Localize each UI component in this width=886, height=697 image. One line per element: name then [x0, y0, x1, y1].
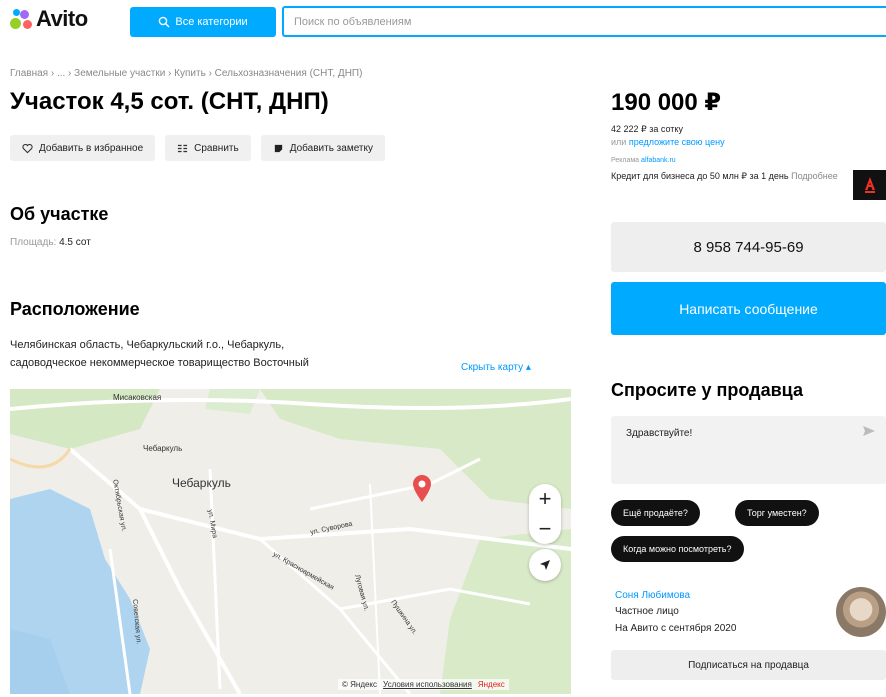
chevron-up-icon: ▴ — [525, 362, 531, 373]
subscribe-label: Подписаться на продавца — [688, 659, 809, 671]
map-copyright: © Яндекс — [342, 680, 378, 689]
ad-label: Реклама — [611, 157, 640, 164]
listing-actions: Добавить в избранное Сравнить Добавить з… — [10, 135, 385, 161]
price: 190 000 ₽ — [611, 89, 722, 116]
breadcrumb[interactable]: Главная › ... › Земельные участки › Купи… — [10, 68, 362, 79]
ad-source-link[interactable]: alfabank.ru — [641, 157, 676, 164]
address-line-1: Челябинская область, Чебаркульский г.о.,… — [10, 339, 285, 351]
compare-icon — [178, 144, 188, 152]
offer-prefix: или — [611, 137, 627, 147]
compare-label: Сравнить — [194, 142, 239, 154]
logo-dots-icon — [10, 8, 34, 30]
page-title: Участок 4,5 сот. (СНТ, ДНП) — [10, 88, 329, 115]
address-line-2: садоводческое некоммерческое товариществ… — [10, 357, 309, 369]
seller-name-link[interactable]: Соня Любимова — [615, 590, 690, 601]
credit-ad[interactable]: Кредит для бизнеса до 50 млн ₽ за 1 день… — [611, 170, 851, 182]
avito-logo[interactable]: Avito — [10, 6, 88, 32]
write-message-label: Написать сообщение — [679, 300, 818, 317]
zoom-in-button[interactable]: + — [529, 484, 561, 514]
search-input[interactable]: Поиск по объявлениям — [282, 6, 886, 37]
heart-icon — [22, 143, 33, 153]
quick-question-chip[interactable]: Ещё продаёте? — [611, 500, 700, 526]
map-label-city: Чебаркуль — [172, 476, 231, 490]
map-pin-icon[interactable] — [412, 475, 432, 503]
search-placeholder: Поиск по объявлениям — [294, 15, 412, 28]
ask-seller-textarea[interactable]: Здравствуйте! — [611, 416, 886, 484]
compare-button[interactable]: Сравнить — [165, 135, 251, 161]
all-categories-label: Все категории — [175, 16, 248, 28]
area-label: Площадь: — [10, 237, 57, 248]
address: Челябинская область, Чебаркульский г.о.,… — [10, 336, 430, 372]
quick-question-chip[interactable]: Торг уместен? — [735, 500, 819, 526]
navigation-arrow-icon — [540, 560, 550, 570]
map-label-street-top: Мисаковская — [113, 393, 162, 402]
locate-button[interactable] — [529, 549, 561, 581]
send-icon[interactable] — [862, 424, 876, 438]
credit-more-link[interactable]: Подробнее — [791, 171, 838, 181]
phone-number: 8 958 744-95-69 — [693, 238, 804, 256]
location-heading: Расположение — [10, 299, 140, 319]
area-value: 4.5 сот — [59, 237, 91, 248]
logo-text: Avito — [36, 6, 88, 31]
price-per-sotka: 42 222 ₽ за сотку — [611, 124, 683, 134]
offer-price-row: или предложите свою цену — [611, 137, 725, 147]
alfabank-logo-icon[interactable] — [853, 170, 886, 200]
quick-question-chip[interactable]: Когда можно посмотреть? — [611, 536, 744, 562]
seller-type: Частное лицо — [615, 606, 679, 617]
avatar[interactable] — [836, 587, 886, 637]
search-icon — [159, 16, 170, 28]
show-phone-button[interactable]: 8 958 744-95-69 — [611, 222, 886, 272]
hide-map-link[interactable]: Скрыть карту ▴ — [461, 362, 531, 373]
zoom-control: + − — [529, 484, 561, 544]
map-label-district: Чебаркуль — [143, 444, 183, 453]
area-row: Площадь: 4.5 сот — [10, 237, 91, 248]
yandex-logo[interactable]: Яндекс — [478, 680, 505, 689]
ad-tag: Реклама alfabank.ru — [611, 157, 676, 164]
ask-seller-text: Здравствуйте! — [626, 428, 693, 439]
map-terms-link[interactable]: Условия использования — [383, 680, 472, 689]
hide-map-label: Скрыть карту — [461, 362, 524, 373]
map[interactable]: Мисаковская Чебаркуль Чебаркуль Октябрьс… — [10, 389, 571, 694]
about-heading: Об участке — [10, 204, 109, 224]
add-favorite-label: Добавить в избранное — [39, 142, 144, 154]
offer-price-link[interactable]: предложите свою цену — [629, 137, 725, 147]
add-favorite-button[interactable]: Добавить в избранное — [10, 135, 156, 161]
credit-text: Кредит для бизнеса до 50 млн ₽ за 1 день — [611, 171, 789, 181]
subscribe-seller-button[interactable]: Подписаться на продавца — [611, 650, 886, 680]
add-note-label: Добавить заметку — [289, 142, 373, 154]
write-message-button[interactable]: Написать сообщение — [611, 282, 886, 335]
seller-since: На Авито с сентября 2020 — [615, 623, 737, 634]
add-note-button[interactable]: Добавить заметку — [260, 135, 385, 161]
note-icon — [274, 144, 282, 152]
map-canvas — [10, 389, 571, 694]
ask-seller-heading: Спросите у продавца — [611, 380, 803, 400]
zoom-out-button[interactable]: − — [529, 514, 561, 544]
map-footer: © Яндекс Условия использования Яндекс — [338, 679, 509, 690]
all-categories-button[interactable]: Все категории — [130, 7, 276, 37]
